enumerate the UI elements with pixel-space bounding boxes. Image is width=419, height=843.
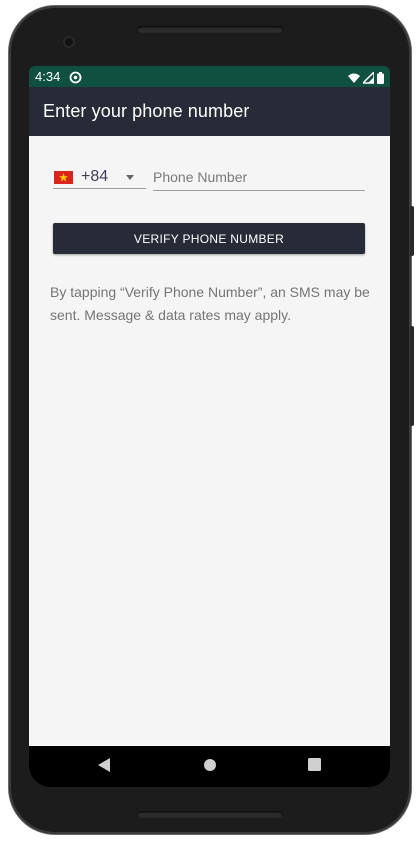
navigation-bar — [29, 746, 390, 787]
home-circle-icon[interactable] — [203, 758, 217, 777]
top-speaker — [137, 26, 283, 33]
device-screen: 4:34 Enter your phone number +84 Phone N… — [29, 66, 390, 787]
country-code-picker[interactable]: +84 — [53, 166, 146, 189]
power-button — [410, 326, 414, 426]
chevron-down-icon — [126, 175, 134, 180]
country-code: +84 — [81, 168, 109, 185]
back-triangle-icon[interactable] — [98, 758, 110, 777]
front-camera — [63, 36, 75, 48]
recents-square-icon[interactable] — [308, 758, 321, 776]
bottom-speaker — [137, 811, 283, 818]
phone-entry-form: +84 VERIFY PHONE NUMBER By tapping “Veri… — [29, 136, 390, 746]
phone-number-input[interactable] — [153, 166, 365, 191]
status-time: 4:34 — [35, 69, 61, 84]
sms-disclaimer-text: By tapping “Verify Phone Number”, an SMS… — [50, 284, 370, 323]
page-title: Enter your phone number — [43, 101, 250, 121]
status-bar: 4:34 — [29, 66, 390, 87]
app-bar: Enter your phone number — [29, 87, 390, 136]
vietnam-flag-icon — [54, 170, 73, 184]
phone-frame: 4:34 Enter your phone number +84 Phone N… — [9, 6, 414, 834]
volume-button — [410, 206, 414, 256]
verify-phone-number-button[interactable]: VERIFY PHONE NUMBER — [53, 223, 365, 254]
